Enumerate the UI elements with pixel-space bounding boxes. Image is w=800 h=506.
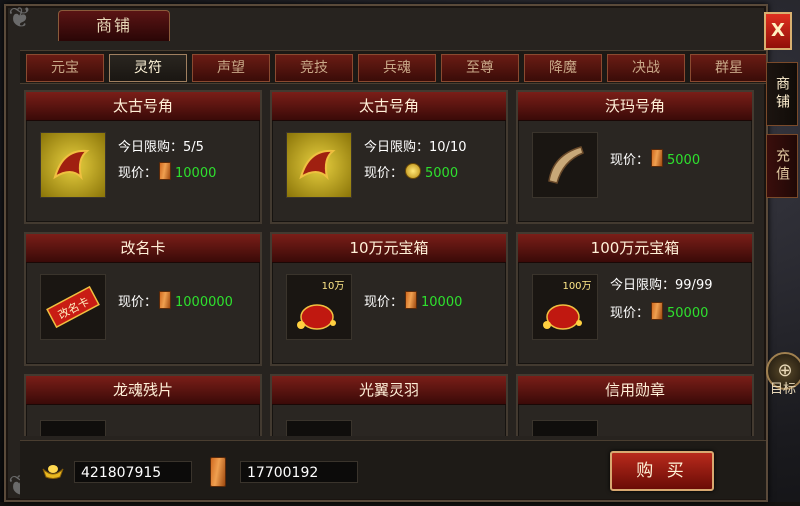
ancient-horn-icon	[40, 132, 106, 198]
window-title: 商铺	[58, 10, 170, 41]
credit-medal-icon	[532, 420, 598, 436]
item-name: 10万元宝箱	[272, 234, 506, 263]
item-grid: 太古号角 今日限购：5/5 现价： 10000 太古号角 今日限购：10/10 现…	[20, 86, 766, 436]
tab-zhizun[interactable]: 至尊	[441, 54, 519, 82]
side-tab-shop[interactable]: 商铺	[766, 62, 798, 126]
tab-yuanbao[interactable]: 元宝	[26, 54, 104, 82]
yuanbao-balance: 421807915	[74, 461, 192, 483]
price-value: 5000	[667, 153, 701, 168]
item-card[interactable]: 改名卡 改名卡 现价： 1000000	[24, 232, 262, 366]
price-value: 1000000	[175, 295, 233, 310]
price-value: 10000	[175, 166, 217, 181]
side-tab-recharge[interactable]: 充值	[766, 134, 798, 198]
treasure-chest-icon: 100万	[532, 274, 598, 340]
dragon-soul-icon	[40, 420, 106, 436]
chest-amount-text: 10万	[322, 281, 345, 292]
item-card[interactable]: 100万元宝箱 100万 今日限购：99/99 现价： 50000	[516, 232, 754, 366]
tab-jingji[interactable]: 竞技	[275, 54, 353, 82]
price-value: 50000	[667, 306, 709, 321]
item-name: 光翼灵羽	[272, 376, 506, 405]
price-label: 现价：	[610, 306, 650, 321]
balance-bar: 421807915 17700192 购 买	[20, 440, 766, 499]
lingfu-currency-icon	[405, 291, 418, 309]
lingfu-balance: 17700192	[240, 461, 358, 483]
price-label: 现价：	[364, 295, 404, 310]
coin-currency-icon	[405, 163, 422, 179]
item-name: 信用勋章	[518, 376, 752, 405]
limit-value: 5/5	[183, 140, 204, 155]
lingfu-currency-icon	[159, 162, 172, 180]
item-name: 改名卡	[26, 234, 260, 263]
limit-label: 今日限购：	[364, 140, 430, 155]
close-button[interactable]: X	[764, 12, 792, 50]
item-name: 100万元宝箱	[518, 234, 752, 263]
rename-card-icon: 改名卡	[40, 274, 106, 340]
ancient-horn-icon	[286, 132, 352, 198]
category-tabs: 元宝 灵符 声望 竞技 兵魂 至尊 降魔 决战 群星	[20, 50, 766, 84]
limit-value: 99/99	[675, 278, 713, 293]
tab-shengwang[interactable]: 声望	[192, 54, 270, 82]
item-card[interactable]: 信用勋章	[516, 374, 754, 436]
tab-xiangmo[interactable]: 降魔	[524, 54, 602, 82]
target-label: 目标	[770, 382, 797, 397]
lingfu-currency-icon	[651, 302, 664, 320]
wing-feather-icon	[286, 420, 352, 436]
price-label: 现价：	[118, 166, 158, 181]
tab-qunxing[interactable]: 群星	[690, 54, 766, 82]
limit-value: 10/10	[429, 140, 467, 155]
item-name: 沃玛号角	[518, 92, 752, 121]
tab-juezhan[interactable]: 决战	[607, 54, 685, 82]
item-card[interactable]: 沃玛号角 现价： 5000	[516, 90, 754, 224]
shop-window: ❦ ❦ ❦ 商铺 元宝 灵符 声望 竞技 兵魂 至尊 降魔 决战 群星 太古号角…	[4, 1, 768, 502]
item-name: 太古号角	[272, 92, 506, 121]
lingfu-currency-icon	[159, 291, 172, 309]
item-card[interactable]: 太古号角 今日限购：10/10 现价： 5000	[270, 90, 508, 224]
lingfu-currency-icon	[651, 149, 664, 167]
lingfu-balance-icon	[210, 457, 226, 487]
price-value: 5000	[425, 166, 459, 181]
tab-binghun[interactable]: 兵魂	[358, 54, 436, 82]
item-card[interactable]: 太古号角 今日限购：5/5 现价： 10000	[24, 90, 262, 224]
price-label: 现价：	[364, 166, 404, 181]
yuanbao-ingot-icon	[42, 465, 64, 479]
limit-label: 今日限购：	[610, 278, 676, 293]
treasure-chest-icon: 10万	[286, 274, 352, 340]
price-value: 10000	[421, 295, 463, 310]
item-card[interactable]: 龙魂残片	[24, 374, 262, 436]
item-card[interactable]: 光翼灵羽	[270, 374, 508, 436]
item-name: 太古号角	[26, 92, 260, 121]
chest-amount-text: 100万	[562, 281, 591, 292]
buy-button[interactable]: 购 买	[610, 451, 714, 491]
item-name: 龙魂残片	[26, 376, 260, 405]
tab-lingfu[interactable]: 灵符	[109, 54, 187, 82]
dragon-corner-ornament-icon: ❦	[8, 1, 32, 34]
price-label: 现价：	[118, 295, 158, 310]
item-card[interactable]: 10万元宝箱 10万 现价： 10000	[270, 232, 508, 366]
limit-label: 今日限购：	[118, 140, 184, 155]
price-label: 现价：	[610, 153, 650, 168]
woma-horn-icon	[532, 132, 598, 198]
